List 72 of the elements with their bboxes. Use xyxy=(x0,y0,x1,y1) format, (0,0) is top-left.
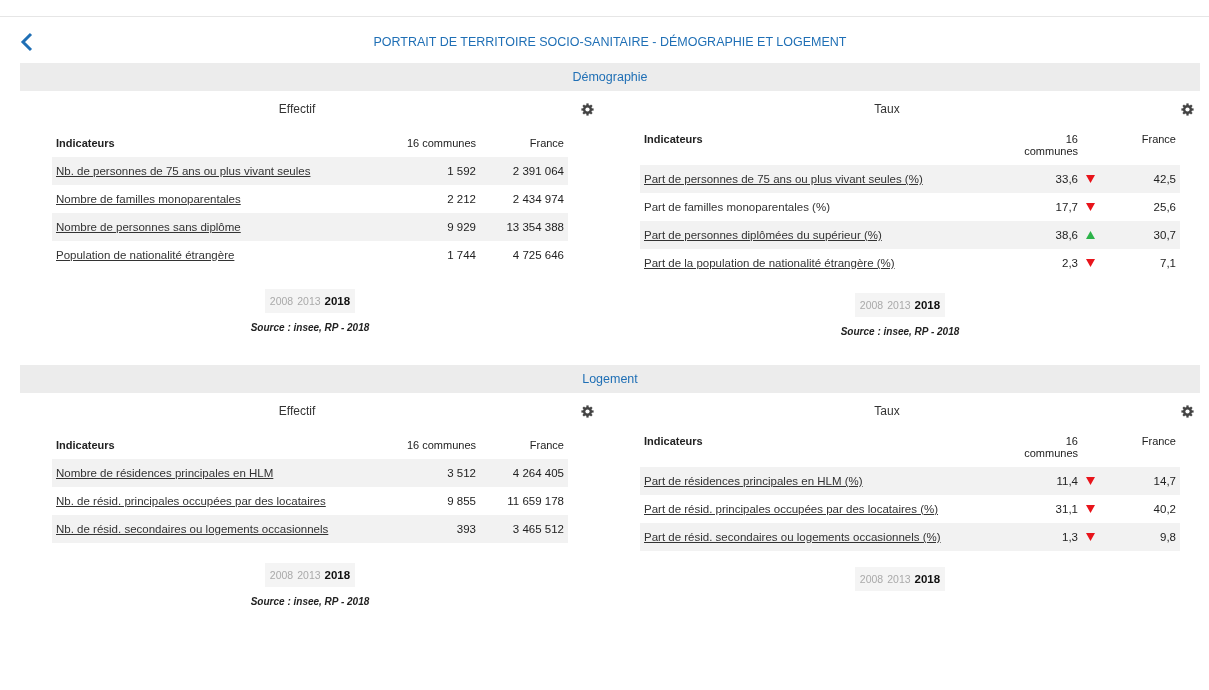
panel-title: Taux xyxy=(873,404,901,418)
table-cell: 3 512 xyxy=(372,459,480,487)
source-note: Source : insee, RP - 2018 xyxy=(839,326,961,337)
page-title: PORTRAIT DE TERRITOIRE SOCIO-SANITAIRE - DÉMOGRAPHIE ET LOGEMENT xyxy=(372,35,848,49)
table-cell: 31,1 xyxy=(978,495,1082,523)
down-triangle-icon xyxy=(1086,477,1095,485)
column-header: 16 communes xyxy=(978,129,1082,165)
table-cell: 13 354 388 xyxy=(480,213,568,241)
settings-icon[interactable] xyxy=(1181,102,1194,116)
year-tab[interactable]: 2018 xyxy=(324,569,351,581)
panel-title: Effectif xyxy=(277,102,317,116)
column-header: France xyxy=(1092,431,1180,467)
source-note: Source : insee, RP - 2018 xyxy=(249,322,371,333)
table-cell: 1 744 xyxy=(372,241,480,269)
table-cell: 1 592 xyxy=(372,157,480,185)
table-cell: 2 391 064 xyxy=(480,157,568,185)
table-cell: 38,6 xyxy=(978,221,1082,249)
table-cell: 4 725 646 xyxy=(480,241,568,269)
column-header: Indicateurs xyxy=(640,129,978,165)
table-cell: 14,7 xyxy=(1092,467,1180,495)
year-tab[interactable]: 2018 xyxy=(914,299,941,311)
table-cell: 9 855 xyxy=(372,487,480,515)
down-triangle-icon xyxy=(1086,203,1095,211)
table-cell: 11 659 178 xyxy=(480,487,568,515)
column-header: Indicateurs xyxy=(640,431,978,467)
table-cell: 30,7 xyxy=(1092,221,1180,249)
back-icon[interactable] xyxy=(20,32,34,52)
up-triangle-icon xyxy=(1086,231,1095,239)
table-cell: 25,6 xyxy=(1092,193,1180,221)
year-tab[interactable]: 2018 xyxy=(914,573,941,585)
down-triangle-icon xyxy=(1086,259,1095,267)
column-header: France xyxy=(480,435,568,459)
section-header: Logement xyxy=(20,365,1200,393)
table-cell: 11,4 xyxy=(978,467,1082,495)
table-cell: 9,8 xyxy=(1092,523,1180,551)
indicator-link[interactable]: Part de la population de nationalité étrangère (%) xyxy=(644,257,895,269)
table-cell: 7,1 xyxy=(1092,249,1180,277)
table-cell: 3 465 512 xyxy=(480,515,568,543)
table-cell: 2 434 974 xyxy=(480,185,568,213)
section-header: Démographie xyxy=(20,63,1200,91)
down-triangle-icon xyxy=(1086,533,1095,541)
table-cell: 42,5 xyxy=(1092,165,1180,193)
indicator-label: Part de familles monoparentales (%) xyxy=(644,201,830,213)
panel-title: Taux xyxy=(873,102,901,116)
column-header: France xyxy=(480,133,568,157)
table-cell: 393 xyxy=(372,515,480,543)
table-cell: 4 264 405 xyxy=(480,459,568,487)
column-header: 16 communes xyxy=(978,431,1082,467)
table-cell: 40,2 xyxy=(1092,495,1180,523)
table-cell: 17,7 xyxy=(978,193,1082,221)
indicator-link[interactable]: Nombre de familles monoparentales xyxy=(56,193,241,205)
column-header: 16 communes xyxy=(372,133,480,157)
indicator-link[interactable]: Part de résid. principales occupées par des locataires (%) xyxy=(644,503,939,515)
settings-icon[interactable] xyxy=(1181,404,1194,418)
table-cell: 9 929 xyxy=(372,213,480,241)
column-header: France xyxy=(1092,129,1180,165)
source-note: Source : insee, RP - 2018 xyxy=(249,596,371,607)
settings-icon[interactable] xyxy=(581,102,594,116)
column-header: Indicateurs xyxy=(52,133,372,157)
column-header: Indicateurs xyxy=(52,435,372,459)
table-cell: 2 212 xyxy=(372,185,480,213)
down-triangle-icon xyxy=(1086,175,1095,183)
panel-title: Effectif xyxy=(277,404,317,418)
down-triangle-icon xyxy=(1086,505,1095,513)
year-tab[interactable]: 2018 xyxy=(324,295,351,307)
column-header: 16 communes xyxy=(372,435,480,459)
table-cell: 1,3 xyxy=(978,523,1082,551)
indicator-link[interactable]: Population de nationalité étrangère xyxy=(56,249,235,261)
indicator-link[interactable]: Nb. de résid. principales occupées par des locataires xyxy=(56,495,326,507)
table-cell: 33,6 xyxy=(978,165,1082,193)
settings-icon[interactable] xyxy=(581,404,594,418)
table-cell: 2,3 xyxy=(978,249,1082,277)
